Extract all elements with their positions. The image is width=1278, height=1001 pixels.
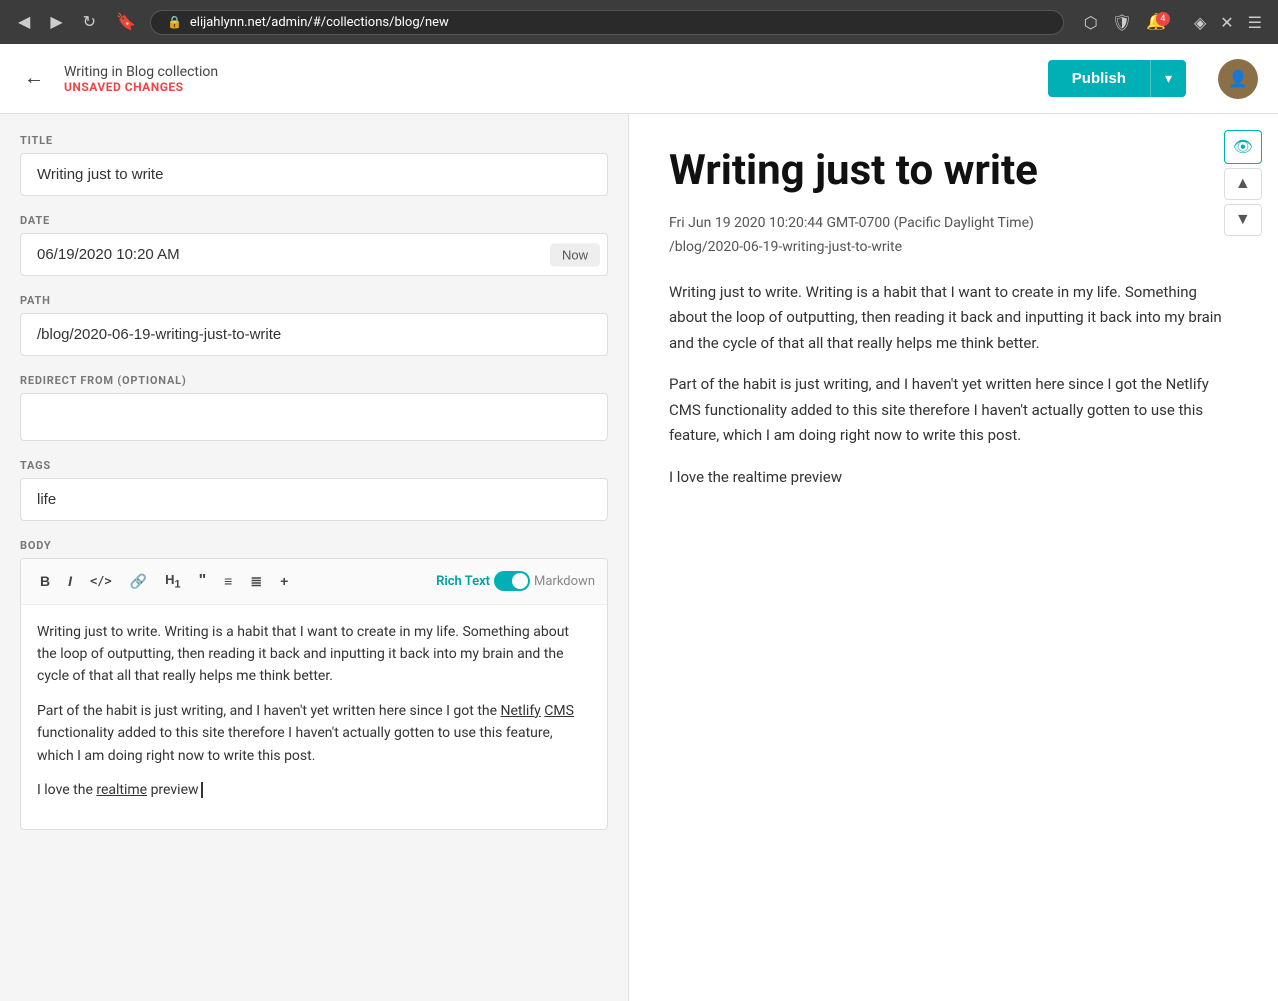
heading-button[interactable]: H1 bbox=[158, 567, 187, 596]
editor-toolbar: B I </> 🔗 H1 " ≡ ≣ + Rich Text Markd bbox=[21, 559, 607, 605]
nav-refresh-button[interactable]: ↻ bbox=[77, 8, 102, 36]
code-button[interactable]: </> bbox=[83, 569, 119, 593]
title-input[interactable] bbox=[20, 153, 608, 196]
italic-button[interactable]: I bbox=[61, 568, 79, 594]
header-title-area: Writing in Blog collection UNSAVED CHANG… bbox=[64, 64, 1032, 94]
date-label: DATE bbox=[20, 214, 608, 227]
menu-icon[interactable]: ☰ bbox=[1244, 9, 1266, 36]
eye-button[interactable]: 👁 bbox=[1224, 130, 1262, 164]
date-field-wrapper: Now bbox=[20, 233, 608, 276]
url-text: elijahlynn.net/admin/#/collections/blog/… bbox=[190, 15, 449, 30]
editor-content-area[interactable]: Writing just to write. Writing is a habi… bbox=[21, 605, 607, 830]
nav-bookmark-button[interactable]: 🔖 bbox=[110, 8, 142, 36]
tags-field-group: TAGS bbox=[20, 459, 608, 521]
back-button[interactable]: ← bbox=[20, 63, 48, 94]
redirect-input[interactable] bbox=[20, 393, 608, 441]
tags-label: TAGS bbox=[20, 459, 608, 472]
realtime-link: realtime bbox=[96, 782, 147, 798]
preview-para-1: Writing just to write. Writing is a habi… bbox=[669, 280, 1238, 357]
unordered-list-button[interactable]: ≡ bbox=[217, 568, 239, 594]
external-link-icon[interactable]: ⬡ bbox=[1080, 9, 1102, 36]
redirect-field-group: REDIRECT FROM (OPTIONAL) bbox=[20, 374, 608, 441]
publish-button-group: Publish ▾ bbox=[1048, 60, 1186, 97]
unsaved-changes-label: UNSAVED CHANGES bbox=[64, 80, 1032, 94]
more-button[interactable]: + bbox=[273, 568, 295, 594]
preview-meta: Fri Jun 19 2020 10:20:44 GMT-0700 (Pacif… bbox=[669, 212, 1238, 260]
main-layout: TITLE DATE Now PATH REDIRECT FROM (OPTIO… bbox=[0, 114, 1278, 1001]
move-down-button[interactable]: ▼ bbox=[1224, 204, 1262, 236]
link-button[interactable]: 🔗 bbox=[123, 568, 154, 595]
preview-title: Writing just to write bbox=[669, 146, 1238, 196]
lock-icon: 🔒 bbox=[167, 15, 182, 29]
text-cursor bbox=[201, 782, 203, 798]
markdown-label: Markdown bbox=[534, 574, 595, 589]
nav-back-button[interactable]: ◀ bbox=[12, 8, 36, 36]
collection-name: Writing in Blog collection bbox=[64, 64, 1032, 80]
cms-link[interactable]: CMS bbox=[544, 703, 574, 719]
body-label: BODY bbox=[20, 539, 608, 552]
body-editor: B I </> 🔗 H1 " ≡ ≣ + Rich Text Markd bbox=[20, 558, 608, 830]
browser-actions: ⬡ 🛡 🔔4 ◈ ✕ ☰ bbox=[1080, 8, 1266, 36]
profile-icon[interactable]: ◈ bbox=[1190, 9, 1210, 36]
redirect-label: REDIRECT FROM (OPTIONAL) bbox=[20, 374, 608, 387]
right-panel: 👁 ▲ ▼ Writing just to write Fri Jun 19 2… bbox=[628, 114, 1278, 1001]
body-paragraph-2: Part of the habit is just writing, and I… bbox=[37, 700, 591, 767]
preview-para-3: I love the realtime preview bbox=[669, 465, 1238, 491]
now-button[interactable]: Now bbox=[550, 243, 600, 266]
publish-button[interactable]: Publish bbox=[1048, 60, 1150, 97]
shield-icon[interactable]: 🛡 bbox=[1108, 9, 1136, 36]
tags-input[interactable] bbox=[20, 478, 608, 521]
browser-chrome: ◀ ▶ ↻ 🔖 🔒 elijahlynn.net/admin/#/collect… bbox=[0, 0, 1278, 44]
nav-forward-button[interactable]: ▶ bbox=[44, 8, 68, 36]
preview-body: Writing just to write. Writing is a habi… bbox=[669, 280, 1238, 491]
avatar[interactable]: 👤 bbox=[1218, 59, 1258, 99]
title-label: TITLE bbox=[20, 134, 608, 147]
preview-actions: 👁 ▲ ▼ bbox=[1224, 130, 1262, 236]
preview-path: /blog/2020-06-19-writing-just-to-write bbox=[669, 236, 1238, 260]
app-header: ← Writing in Blog collection UNSAVED CHA… bbox=[0, 44, 1278, 114]
left-panel: TITLE DATE Now PATH REDIRECT FROM (OPTIO… bbox=[0, 114, 628, 1001]
url-bar[interactable]: 🔒 elijahlynn.net/admin/#/collections/blo… bbox=[150, 10, 1064, 35]
toggle-track bbox=[494, 571, 530, 591]
path-input[interactable] bbox=[20, 313, 608, 356]
quote-button[interactable]: " bbox=[192, 567, 214, 595]
bold-button[interactable]: B bbox=[33, 568, 57, 594]
publish-dropdown-button[interactable]: ▾ bbox=[1150, 60, 1186, 97]
netlify-link[interactable]: Netlify bbox=[501, 703, 541, 719]
close-icon[interactable]: ✕ bbox=[1216, 9, 1237, 36]
path-field-group: PATH bbox=[20, 294, 608, 356]
body-field-group: BODY B I </> 🔗 H1 " ≡ ≣ + Rich Text bbox=[20, 539, 608, 830]
toggle-knob bbox=[512, 573, 528, 589]
preview-para-2: Part of the habit is just writing, and I… bbox=[669, 372, 1238, 449]
body-paragraph-3: I love the realtime preview bbox=[37, 779, 591, 801]
move-up-button[interactable]: ▲ bbox=[1224, 168, 1262, 200]
body-paragraph-1: Writing just to write. Writing is a habi… bbox=[37, 621, 591, 688]
notification-badge: 4 bbox=[1156, 12, 1170, 26]
date-field-group: DATE Now bbox=[20, 214, 608, 276]
notification-icon[interactable]: 🔔4 bbox=[1142, 8, 1184, 36]
date-input[interactable] bbox=[20, 233, 608, 276]
title-field-group: TITLE bbox=[20, 134, 608, 196]
preview-date: Fri Jun 19 2020 10:20:44 GMT-0700 (Pacif… bbox=[669, 212, 1238, 236]
ordered-list-button[interactable]: ≣ bbox=[243, 568, 269, 595]
rich-text-label: Rich Text bbox=[436, 574, 490, 589]
rich-text-toggle[interactable] bbox=[494, 571, 530, 591]
path-label: PATH bbox=[20, 294, 608, 307]
